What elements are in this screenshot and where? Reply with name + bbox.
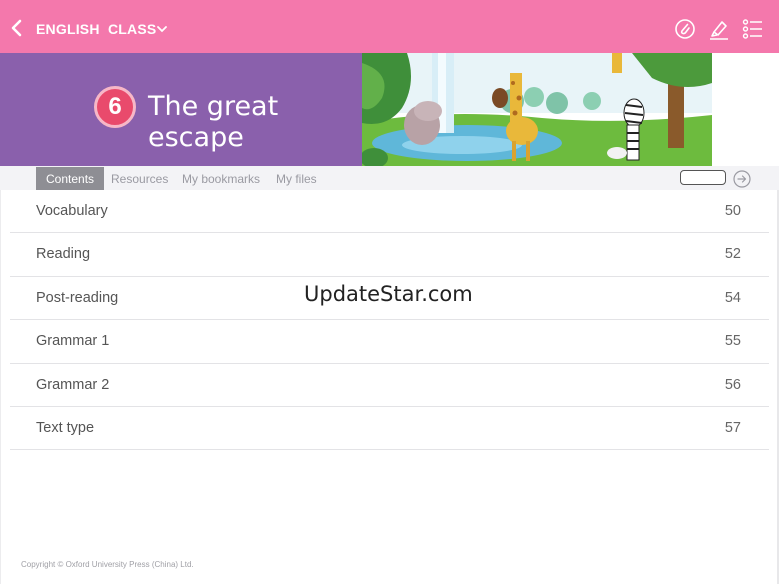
item-title: Post-reading (36, 289, 119, 306)
highlighter-icon[interactable] (708, 18, 730, 40)
jungle-illustration (362, 53, 712, 167)
item-title: Vocabulary (36, 203, 108, 219)
back-arrow-icon[interactable] (9, 19, 25, 37)
tab-resources[interactable]: Resources (101, 167, 178, 190)
item-title: Grammar 2 (36, 376, 110, 393)
top-bar: ENGLISH CLASS (0, 0, 779, 53)
subject-link[interactable]: ENGLISH (36, 21, 100, 37)
clip-icon[interactable] (674, 18, 696, 40)
unit-banner: 6 The great escape (0, 53, 779, 167)
left-divider (0, 190, 1, 584)
item-page: 56 (724, 376, 741, 393)
item-title: Grammar 1 (36, 333, 110, 350)
unit-title-panel: 6 The great escape (0, 53, 362, 167)
item-page: 54 (724, 289, 741, 306)
unit-number: 6 (108, 93, 122, 120)
unit-title: The great escape (148, 91, 279, 153)
unit-number-badge: 6 (94, 86, 136, 128)
class-dropdown[interactable]: CLASS (108, 21, 156, 37)
item-title: Reading (36, 246, 91, 263)
copyright-text: Copyright © Oxford University Press (Chi… (21, 560, 194, 569)
item-title: Text type (36, 419, 95, 436)
tab-my-bookmarks[interactable]: My bookmarks (172, 167, 270, 190)
contents-list: Vocabulary 50 Reading 52 Post-reading 54… (10, 190, 769, 451)
list-item[interactable]: Grammar 1 55 (10, 320, 769, 364)
chevron-down-icon[interactable] (157, 26, 167, 33)
arrow-right-circle-icon[interactable] (733, 170, 751, 188)
list-item[interactable]: Grammar 2 56 (10, 364, 769, 407)
item-page: 55 (724, 333, 741, 350)
item-page: 57 (724, 419, 741, 436)
list-item[interactable]: Text type 57 (10, 407, 769, 451)
item-page: 50 (724, 203, 741, 219)
list-item[interactable]: Reading 52 (10, 233, 769, 277)
search-pill[interactable] (680, 170, 726, 185)
list-item[interactable]: Vocabulary 50 (10, 190, 769, 234)
list-menu-icon[interactable] (742, 18, 764, 40)
tab-contents[interactable]: Contents (36, 167, 105, 190)
tab-my-files[interactable]: My files (266, 167, 327, 190)
tabs-bar: Contents Resources My bookmarks My files (0, 166, 779, 190)
item-page: 52 (724, 246, 741, 263)
watermark-text: UpdateStar.com (304, 282, 473, 306)
